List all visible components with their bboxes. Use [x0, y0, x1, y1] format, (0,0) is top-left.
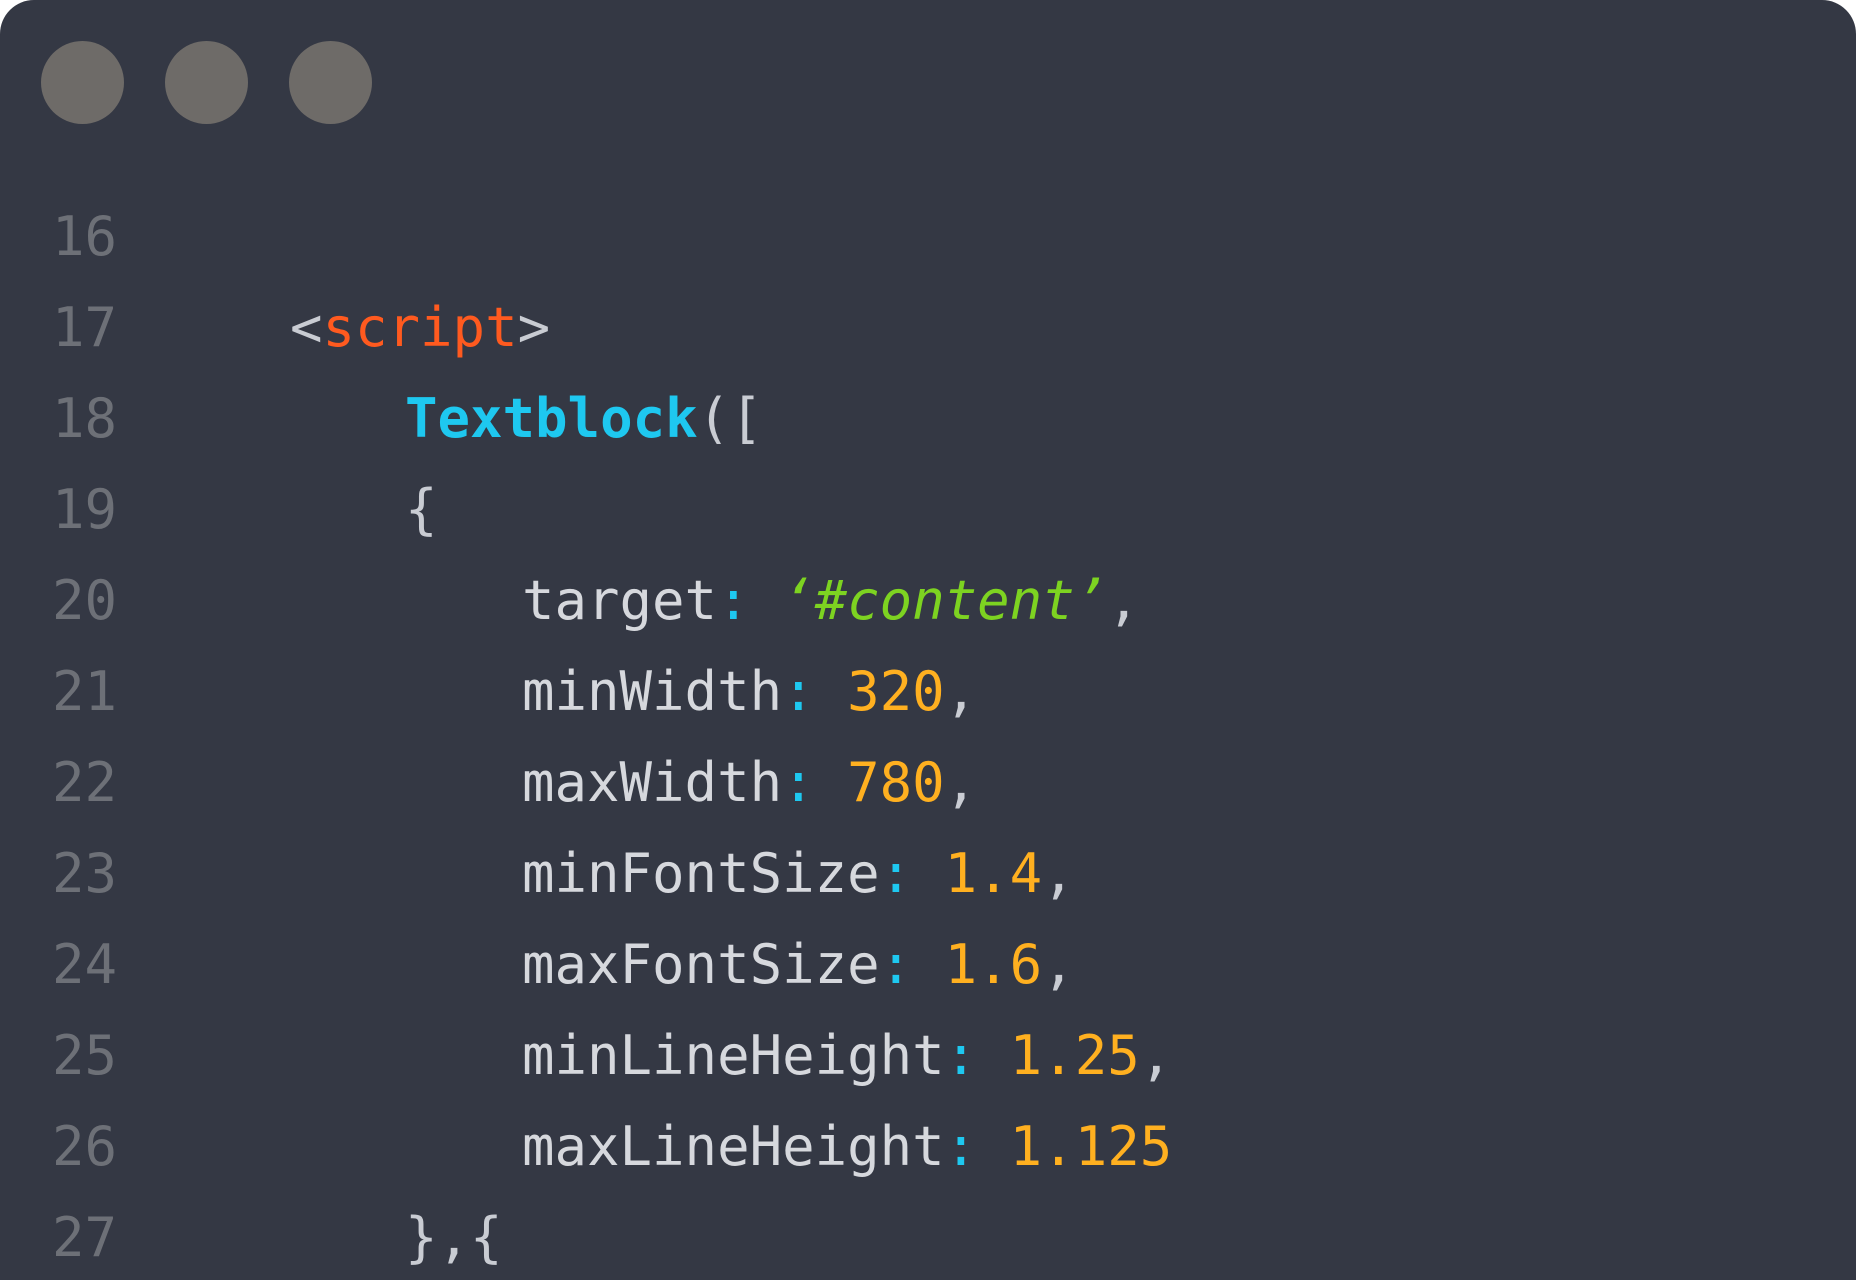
line-number: 20	[52, 569, 118, 632]
code-editor: 16 17 <script> 18 Textblock([ 19 { 20 ta…	[0, 191, 1172, 1280]
colon: :	[717, 569, 750, 632]
line-number: 18	[52, 387, 118, 450]
code-content: minLineHeight: 1.25,	[522, 1010, 1172, 1101]
code-line-22: 22 maxWidth: 780,	[0, 737, 977, 828]
comma: ,	[1107, 569, 1140, 632]
code-line-23: 23 minFontSize: 1.4,	[0, 828, 1075, 919]
code-content: Textblock([	[405, 373, 763, 464]
line-number: 24	[52, 933, 118, 996]
property-key: target	[522, 569, 718, 632]
number-value: 320	[847, 660, 945, 723]
code-line-20: 20 target: ‘#content’,	[0, 555, 1140, 646]
code-content: maxLineHeight: 1.125	[522, 1101, 1172, 1192]
tag-close-bracket: >	[517, 296, 551, 359]
window-dot-2[interactable]	[165, 41, 248, 124]
code-line-27: 27 },{	[0, 1192, 503, 1280]
code-content: minWidth: 320,	[522, 646, 977, 737]
comma: ,	[1139, 1024, 1173, 1087]
property-key: maxLineHeight	[522, 1115, 945, 1178]
punctuation: ([	[697, 387, 763, 450]
line-number: 16	[52, 205, 118, 268]
number-value: 1.4	[944, 842, 1043, 905]
code-line-18: 18 Textblock([	[0, 373, 763, 464]
code-line-26: 26 maxLineHeight: 1.125	[0, 1101, 1172, 1192]
number-value: 1.25	[1009, 1024, 1140, 1087]
number-value: 780	[847, 751, 945, 814]
line-number: 21	[52, 660, 118, 723]
line-number: 17	[52, 296, 118, 359]
code-content: minFontSize: 1.4,	[522, 828, 1075, 919]
comma: ,	[1042, 842, 1075, 905]
tag-name: script	[322, 296, 518, 359]
colon: :	[879, 933, 913, 996]
window-dot-1[interactable]	[41, 41, 124, 124]
code-window: 16 17 <script> 18 Textblock([ 19 { 20 ta…	[0, 0, 1856, 1280]
comma: ,	[1042, 933, 1075, 996]
code-line-17: 17 <script>	[0, 282, 550, 373]
window-dot-3[interactable]	[289, 41, 372, 124]
code-line-16: 16	[0, 191, 195, 282]
colon: :	[782, 751, 815, 814]
code-content: maxFontSize: 1.6,	[522, 919, 1075, 1010]
open-brace: {	[405, 478, 438, 541]
property-key: minLineHeight	[522, 1024, 945, 1087]
line-number: 27	[52, 1206, 118, 1269]
colon: :	[879, 842, 913, 905]
line-number: 26	[52, 1115, 118, 1178]
colon: :	[782, 660, 815, 723]
tag-open-bracket: <	[290, 296, 323, 359]
number-value: 1.125	[1009, 1115, 1173, 1178]
code-content: target: ‘#content’,	[522, 555, 1140, 646]
line-number: 23	[52, 842, 118, 905]
property-key: minFontSize	[522, 842, 880, 905]
colon: :	[944, 1115, 978, 1178]
function-name: Textblock	[405, 387, 698, 450]
code-line-24: 24 maxFontSize: 1.6,	[0, 919, 1075, 1010]
code-content: <script>	[290, 282, 550, 373]
property-key: maxFontSize	[522, 933, 880, 996]
code-content: maxWidth: 780,	[522, 737, 977, 828]
property-key: maxWidth	[522, 751, 783, 814]
comma: ,	[944, 751, 978, 814]
number-value: 1.6	[944, 933, 1043, 996]
code-line-19: 19 {	[0, 464, 438, 555]
line-number: 25	[52, 1024, 118, 1087]
code-line-25: 25 minLineHeight: 1.25,	[0, 1010, 1172, 1101]
line-number: 19	[52, 478, 118, 541]
property-key: minWidth	[522, 660, 783, 723]
colon: :	[944, 1024, 978, 1087]
code-line-21: 21 minWidth: 320,	[0, 646, 977, 737]
comma: ,	[944, 660, 978, 723]
line-number: 22	[52, 751, 118, 814]
close-open-brace: },{	[405, 1206, 503, 1269]
string-value: ‘#content’	[782, 569, 1108, 632]
